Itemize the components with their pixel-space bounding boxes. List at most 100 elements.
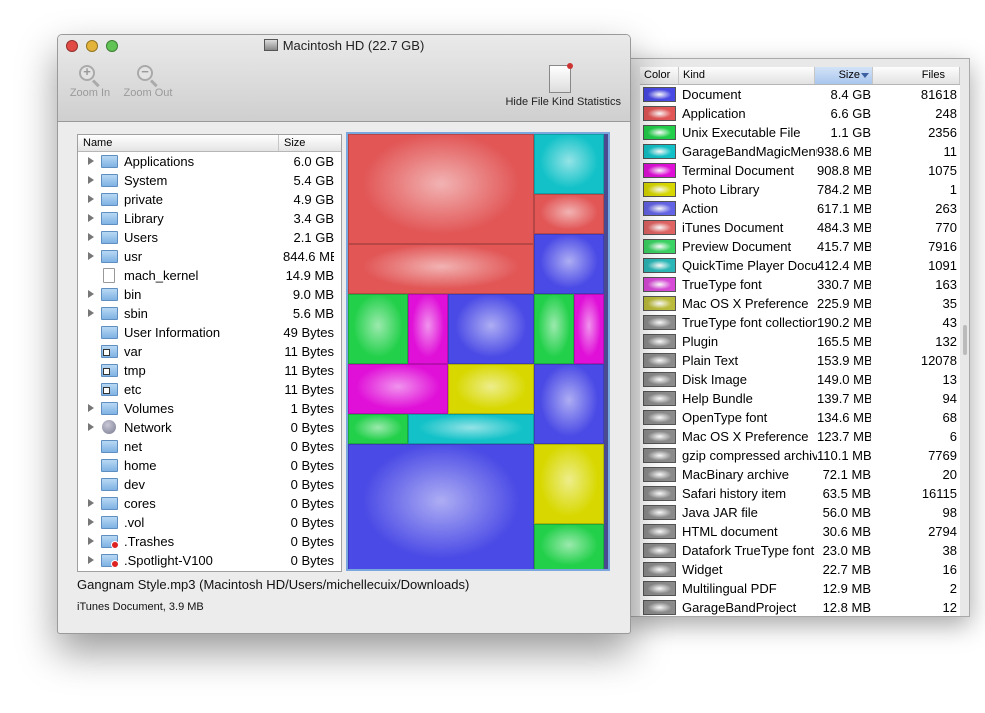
outline-row[interactable]: mach_kernel 14.9 MB [78,266,341,285]
kind-row[interactable]: TrueType font collection 190.2 MB 43 [640,313,960,332]
treemap-block[interactable] [408,294,448,364]
kind-color-swatch[interactable] [643,353,676,368]
kind-row[interactable]: Document 8.4 GB 81618 [640,85,960,104]
kind-row[interactable]: OpenType font 134.6 MB 68 [640,408,960,427]
kind-row[interactable]: Plain Text 153.9 MB 12078 [640,351,960,370]
kind-row[interactable]: Mac OS X Preference 123.7 MB 6 [640,427,960,446]
treemap-block[interactable] [574,294,604,364]
kind-color-swatch[interactable] [643,467,676,482]
kind-row[interactable]: GarageBandMagicMenu 938.6 MB 11 [640,142,960,161]
outline-row[interactable]: private 4.9 GB [78,190,341,209]
disclosure-triangle-icon[interactable] [88,176,94,184]
kind-color-swatch[interactable] [643,106,676,121]
treemap-block[interactable] [534,294,574,364]
treemap-block[interactable] [348,244,534,294]
treemap-block[interactable] [534,444,604,524]
outline-row[interactable]: Network 0 Bytes [78,418,341,437]
disclosure-triangle-icon[interactable] [88,214,94,222]
disclosure-triangle-icon[interactable] [88,499,94,507]
kind-color-swatch[interactable] [643,239,676,254]
outline-row[interactable]: usr 844.6 MB [78,247,341,266]
kind-color-swatch[interactable] [643,372,676,387]
outline-row[interactable]: .vol 0 Bytes [78,513,341,532]
kind-row[interactable]: Java JAR file 56.0 MB 98 [640,503,960,522]
kind-row[interactable]: Disk Image 149.0 MB 13 [640,370,960,389]
outline-row[interactable]: System 5.4 GB [78,171,341,190]
kind-color-swatch[interactable] [643,220,676,235]
outline-row[interactable]: sbin 5.6 MB [78,304,341,323]
size-column-header[interactable]: Size [279,135,341,151]
kind-color-swatch[interactable] [643,296,676,311]
color-column-header[interactable]: Color [640,67,679,84]
kind-row[interactable]: gzip compressed archive 110.1 MB 7769 [640,446,960,465]
kind-color-swatch[interactable] [643,315,676,330]
outline-row[interactable]: cores 0 Bytes [78,494,341,513]
disclosure-triangle-icon[interactable] [88,195,94,203]
kind-row[interactable]: TrueType font 330.7 MB 163 [640,275,960,294]
outline-row[interactable]: Volumes 1 Bytes [78,399,341,418]
kind-table-scrollbar[interactable] [962,85,968,616]
kind-color-swatch[interactable] [643,163,676,178]
outline-row[interactable]: tmp 11 Bytes [78,361,341,380]
size-column-header[interactable]: Size [815,67,873,84]
kind-row[interactable]: Mac OS X Preference 225.9 MB 35 [640,294,960,313]
treemap-block[interactable] [348,364,448,414]
scrollbar-thumb[interactable] [963,325,967,355]
kind-row[interactable]: Help Bundle 139.7 MB 94 [640,389,960,408]
kind-color-swatch[interactable] [643,581,676,596]
kind-row[interactable]: Terminal Document 908.8 MB 1075 [640,161,960,180]
name-column-header[interactable]: Name [78,135,278,151]
outline-row[interactable]: home 0 Bytes [78,456,341,475]
kind-color-swatch[interactable] [643,448,676,463]
kind-color-swatch[interactable] [643,562,676,577]
treemap-block[interactable] [348,294,408,364]
outline-row[interactable]: etc 11 Bytes [78,380,341,399]
outline-row[interactable]: Library 3.4 GB [78,209,341,228]
outline-row[interactable]: .Spotlight-V100 0 Bytes [78,551,341,570]
kind-row[interactable]: iTunes Document 484.3 MB 770 [640,218,960,237]
disclosure-triangle-icon[interactable] [88,252,94,260]
kind-color-swatch[interactable] [643,410,676,425]
outline-row[interactable]: .Trashes 0 Bytes [78,532,341,551]
hide-file-kind-statistics-button[interactable]: Hide File Kind Statistics [505,63,621,108]
disclosure-triangle-icon[interactable] [88,290,94,298]
treemap-block[interactable] [448,364,534,414]
kind-color-swatch[interactable] [643,543,676,558]
treemap-block[interactable] [534,234,604,294]
outline-row[interactable]: Users 2.1 GB [78,228,341,247]
kind-row[interactable]: Datafork TrueType font 23.0 MB 38 [640,541,960,560]
outline-row[interactable]: bin 9.0 MB [78,285,341,304]
kind-color-swatch[interactable] [643,125,676,140]
kind-color-swatch[interactable] [643,258,676,273]
outline-row[interactable]: dev 0 Bytes [78,475,341,494]
kind-row[interactable]: GarageBandProject 12.8 MB 12 [640,598,960,616]
outline-row[interactable]: var 11 Bytes [78,342,341,361]
kind-row[interactable]: Photo Library 784.2 MB 1 [640,180,960,199]
treemap-block[interactable] [408,414,534,444]
kind-color-swatch[interactable] [643,600,676,615]
kind-row[interactable]: Unix Executable File 1.1 GB 2356 [640,123,960,142]
files-column-header[interactable]: Files [873,67,960,84]
treemap-block[interactable] [348,414,408,444]
kind-color-swatch[interactable] [643,201,676,216]
kind-column-header[interactable]: Kind [679,67,815,84]
disclosure-triangle-icon[interactable] [88,423,94,431]
treemap-block[interactable] [348,444,534,569]
outline-row[interactable]: User Information 49 Bytes [78,323,341,342]
treemap-block[interactable] [534,134,604,194]
kind-color-swatch[interactable] [643,486,676,501]
outline-row[interactable]: Applications 6.0 GB [78,152,341,171]
disclosure-triangle-icon[interactable] [88,518,94,526]
disclosure-triangle-icon[interactable] [88,556,94,564]
kind-color-swatch[interactable] [643,505,676,520]
disclosure-triangle-icon[interactable] [88,157,94,165]
disclosure-triangle-icon[interactable] [88,309,94,317]
kind-color-swatch[interactable] [643,334,676,349]
kind-row[interactable]: Action 617.1 MB 263 [640,199,960,218]
treemap-block[interactable] [448,294,534,364]
disclosure-triangle-icon[interactable] [88,404,94,412]
kind-row[interactable]: Multilingual PDF 12.9 MB 2 [640,579,960,598]
outline-row[interactable]: net 0 Bytes [78,437,341,456]
treemap-block[interactable] [348,134,534,244]
kind-row[interactable]: Preview Document 415.7 MB 7916 [640,237,960,256]
